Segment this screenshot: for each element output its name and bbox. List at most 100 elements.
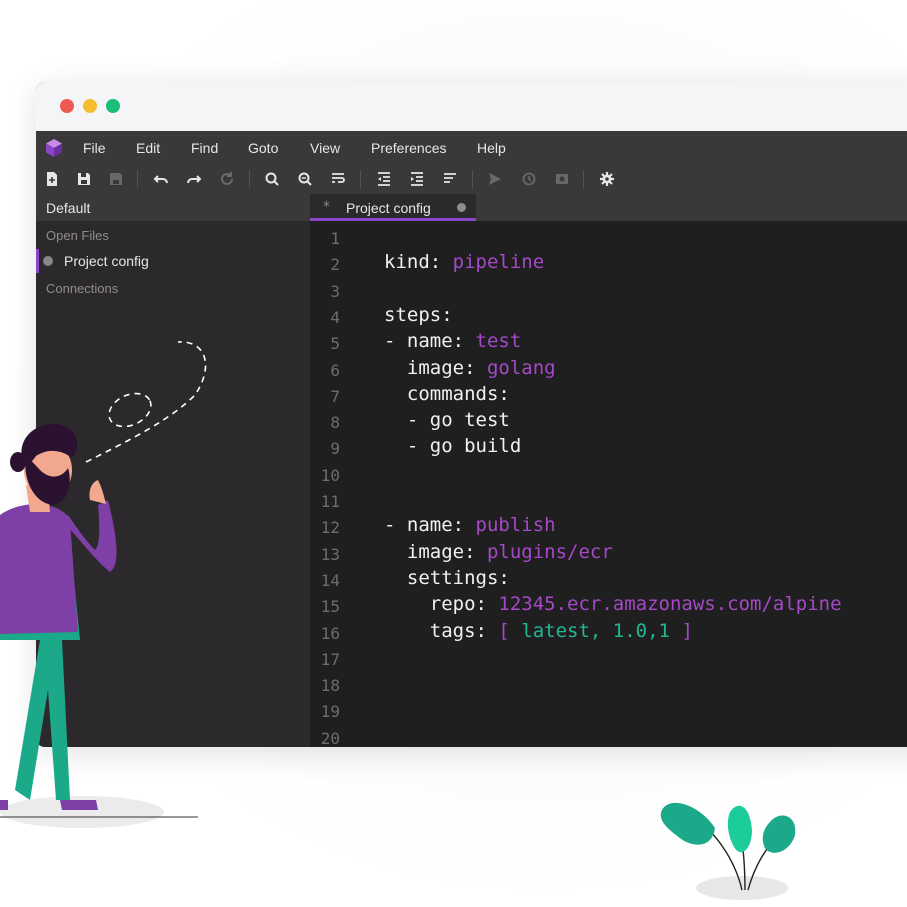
editor-pane: * Project config 1 2 kind: pipeline 3 4 steps… — [310, 194, 907, 747]
code-bracket: ] — [670, 619, 693, 642]
menu-goto[interactable]: Goto — [248, 140, 278, 156]
save-icon[interactable] — [76, 171, 92, 187]
line-number: 16 — [320, 623, 340, 643]
send-icon[interactable] — [487, 171, 503, 187]
code-line: 10 — [310, 462, 907, 490]
active-indicator — [36, 249, 39, 273]
line-number: 4 — [330, 307, 340, 327]
settings-icon[interactable] — [599, 171, 615, 187]
code-line: 19 — [310, 698, 907, 726]
workspace-name: Default — [46, 200, 91, 216]
code-text: - go test — [384, 409, 510, 431]
code-line: 4 steps: — [310, 304, 907, 332]
line-number: 17 — [320, 649, 340, 669]
code-key: image: — [384, 356, 487, 379]
code-key: steps: — [384, 303, 453, 326]
toolbar-divider — [472, 170, 473, 188]
open-files-label: Open Files — [46, 228, 109, 243]
sidebar-file-project-config[interactable]: Project config — [36, 249, 310, 273]
wrap-icon[interactable] — [330, 171, 346, 187]
code-text: - go build — [384, 435, 521, 457]
code-line: 1 — [310, 225, 907, 253]
history-icon[interactable] — [521, 171, 537, 187]
code-line: 16 tags: [ latest, 1.0,1 ] — [310, 620, 907, 648]
unsaved-marker: * — [323, 199, 330, 215]
menu-file[interactable]: File — [83, 140, 106, 156]
menu-edit[interactable]: Edit — [136, 140, 160, 156]
code-text: commands: — [384, 383, 510, 405]
toolbar-divider — [137, 170, 138, 188]
screenshot-icon[interactable] — [554, 171, 570, 187]
code-line: 18 — [310, 672, 907, 700]
refresh-icon[interactable] — [219, 171, 235, 187]
code-line: 6 image: golang — [310, 357, 907, 385]
line-number: 18 — [320, 676, 340, 696]
line-number: 6 — [330, 360, 340, 380]
line-number: 10 — [320, 465, 340, 485]
code-line: 8 - go test — [310, 409, 907, 437]
code-value: test — [475, 330, 522, 353]
search-replace-icon[interactable] — [297, 171, 313, 187]
code-line: 7 commands: — [310, 383, 907, 411]
code-line: 20 — [310, 725, 907, 747]
app-logo-icon — [46, 139, 62, 157]
code-text: - name: publish — [384, 514, 556, 536]
code-line: 12 - name: publish — [310, 514, 907, 542]
line-number: 11 — [320, 492, 340, 511]
outdent-icon[interactable] — [376, 171, 392, 187]
close-window-button[interactable] — [60, 99, 74, 113]
menu-bar: File Edit Find Goto View Preferences Hel… — [36, 131, 907, 165]
code-key: image: — [384, 540, 487, 563]
code-key: kind: — [384, 251, 453, 274]
tab-close-icon[interactable] — [457, 203, 466, 212]
code-line: 17 — [310, 646, 907, 674]
file-status-dot — [43, 256, 53, 266]
code-key: - name: — [384, 514, 476, 537]
code-line: 11 — [310, 488, 907, 516]
indent-icon[interactable] — [409, 171, 425, 187]
line-number: 14 — [320, 570, 340, 590]
code-key: tags: — [384, 619, 499, 642]
line-number: 3 — [330, 281, 340, 301]
connections-label[interactable]: Connections — [46, 281, 118, 296]
minimize-window-button[interactable] — [83, 99, 97, 113]
new-file-icon[interactable] — [44, 171, 60, 187]
toolbar-divider — [360, 170, 361, 188]
code-value: 12345.ecr.amazonaws.com/alpine — [498, 593, 842, 616]
menu-preferences[interactable]: Preferences — [371, 140, 446, 156]
line-number: 12 — [320, 518, 340, 538]
code-text: image: plugins/ecr — [384, 541, 613, 563]
redo-icon[interactable] — [186, 171, 202, 187]
menu-help[interactable]: Help — [477, 140, 506, 156]
code-text: - name: test — [384, 330, 521, 352]
menu-view[interactable]: View — [310, 140, 340, 156]
format-icon[interactable] — [442, 171, 458, 187]
maximize-window-button[interactable] — [106, 99, 120, 113]
tab-project-config[interactable]: * Project config — [310, 194, 476, 221]
tab-bar: * Project config — [310, 194, 907, 221]
code-line: 3 — [310, 278, 907, 306]
code-key: - name: — [384, 330, 476, 353]
code-key: - go build — [384, 435, 522, 458]
code-text: tags: [ latest, 1.0,1 ] — [384, 620, 693, 642]
code-line: 9 - go build — [310, 435, 907, 463]
line-number: 15 — [320, 597, 340, 617]
code-value: golang — [486, 356, 556, 379]
workspace-header[interactable]: Default — [36, 194, 310, 221]
toolbar-divider — [249, 170, 250, 188]
menu-find[interactable]: Find — [191, 140, 218, 156]
line-number: 20 — [320, 728, 340, 747]
line-number: 8 — [330, 413, 340, 433]
toolbar — [36, 165, 907, 194]
code-editor[interactable]: 1 2 kind: pipeline 3 4 steps: 5 - name: test 6 i… — [310, 221, 907, 747]
code-text: image: golang — [384, 357, 556, 379]
search-icon[interactable] — [264, 171, 280, 187]
code-key: - go test — [384, 409, 510, 432]
code-text: settings: — [384, 567, 510, 589]
save-all-icon[interactable] — [108, 171, 124, 187]
code-text: repo: 12345.ecr.amazonaws.com/alpine — [384, 593, 842, 615]
code-line: 2 kind: pipeline — [310, 251, 907, 279]
line-number: 5 — [330, 334, 340, 354]
app-window: File Edit Find Goto View Preferences Hel… — [36, 82, 907, 747]
undo-icon[interactable] — [153, 171, 169, 187]
